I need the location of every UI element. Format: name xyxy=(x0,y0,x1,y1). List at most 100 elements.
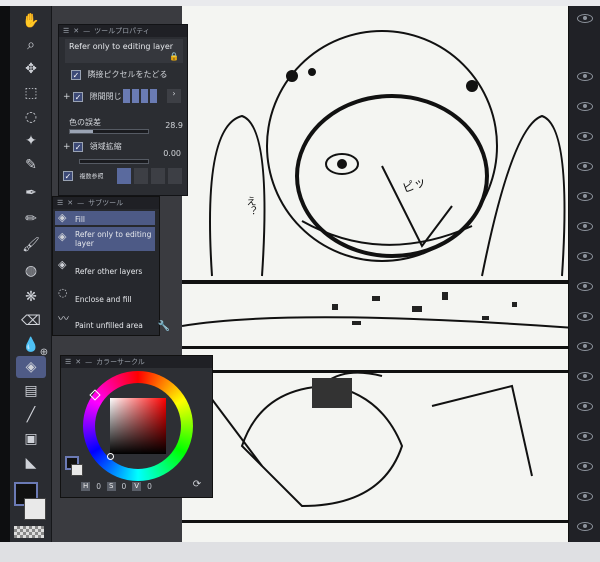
sub-color-chip[interactable] xyxy=(71,464,83,476)
menu-icon[interactable]: ☰ xyxy=(57,199,63,207)
add-icon[interactable]: ⊕ xyxy=(36,346,52,360)
eye-icon[interactable] xyxy=(577,132,593,141)
pencil-icon[interactable]: ✏ xyxy=(16,208,46,230)
color-circle-panel: ☰ ✕ — カラーサークル H0 S0 V0 ⟳ xyxy=(60,355,213,498)
all-layers-icon[interactable] xyxy=(117,168,131,184)
menu-icon[interactable]: ☰ xyxy=(65,358,71,366)
hand-icon[interactable]: ✋ xyxy=(16,10,46,32)
sub-tool-panel: ☰ ✕ — サブツール ◈ Fill ◈ Refer only to editi… xyxy=(52,196,160,336)
brush-icon[interactable]: 🖌 xyxy=(16,234,46,256)
reference-layer-icon[interactable] xyxy=(134,168,148,184)
minimize-icon[interactable]: — xyxy=(83,27,90,35)
tool-property-title: ツールプロパティ xyxy=(94,27,150,35)
adjacent-pixels-checkbox[interactable]: ✓ xyxy=(71,69,81,80)
eye-icon[interactable] xyxy=(577,522,593,531)
selected-layers-icon[interactable] xyxy=(151,168,165,184)
expand-icon[interactable]: + xyxy=(63,142,71,152)
hue-ring[interactable] xyxy=(83,371,193,481)
sub-tool-titlebar[interactable]: ☰ ✕ — サブツール xyxy=(53,197,159,209)
color-margin-row[interactable]: 色の誤差 28.9 xyxy=(63,117,183,134)
eye-icon[interactable] xyxy=(577,14,593,23)
decoration-icon[interactable]: ❋ xyxy=(16,286,46,308)
eye-icon[interactable] xyxy=(577,312,593,321)
brush-fill-icon: 〰 xyxy=(58,312,69,325)
color-margin-slider[interactable] xyxy=(69,129,149,134)
move-icon[interactable]: ✥ xyxy=(16,58,46,80)
lasso-icon[interactable]: ◌ xyxy=(16,106,46,128)
close-icon[interactable]: ✕ xyxy=(73,27,79,35)
eye-icon[interactable] xyxy=(577,252,593,261)
eye-icon[interactable] xyxy=(577,492,593,501)
frame-icon[interactable]: ▣ xyxy=(16,428,46,450)
subtool-paint-unfilled-area[interactable]: 〰 Paint unfilled area xyxy=(55,309,155,333)
adjacent-pixels-row[interactable]: ✓ 隣接ピクセルをたどる xyxy=(63,69,183,80)
pen-icon[interactable]: ✒ xyxy=(16,182,46,204)
minimize-icon[interactable]: — xyxy=(77,199,84,207)
area-scaling-checkbox[interactable]: ✓ xyxy=(73,141,84,152)
reference-mode-value: Refer only to editing layer xyxy=(69,42,174,51)
hue-cursor[interactable] xyxy=(89,389,101,401)
eyedropper-icon[interactable]: ✎ xyxy=(16,154,46,176)
zoom-icon[interactable]: ⌕ xyxy=(16,34,46,56)
close-icon[interactable]: ✕ xyxy=(67,199,73,207)
figure-icon[interactable]: ╱ xyxy=(16,404,46,426)
eye-icon[interactable] xyxy=(577,192,593,201)
sub-color-swatch[interactable] xyxy=(24,498,46,520)
tool-property-panel: ☰ ✕ — ツールプロパティ Refer only to editing lay… xyxy=(58,24,188,196)
subtool-label: Enclose and fill xyxy=(75,295,132,304)
gap-size-selector[interactable] xyxy=(123,89,159,103)
bucket-icon: ◈ xyxy=(58,211,67,224)
reference-mode-dropdown[interactable]: Refer only to editing layer 🔒 xyxy=(65,39,183,63)
menu-icon[interactable]: ☰ xyxy=(63,27,69,35)
airbrush-icon[interactable]: ◍ xyxy=(16,260,46,282)
transparent-color-swatch[interactable] xyxy=(14,526,44,538)
multi-reference-row[interactable]: ✓ 複数参照 xyxy=(63,168,183,184)
subtool-label: Refer other layers xyxy=(75,267,143,276)
subtool-refer-editing-layer[interactable]: ◈ Refer only to editing layer xyxy=(55,227,155,251)
eye-icon[interactable] xyxy=(577,402,593,411)
color-margin-value: 28.9 xyxy=(165,121,183,130)
subtool-refer-other-layers[interactable]: ◈ Refer other layers xyxy=(55,255,155,279)
close-icon[interactable]: ✕ xyxy=(75,358,81,366)
eye-icon[interactable] xyxy=(577,432,593,441)
close-gap-label: 隙間閉じ xyxy=(89,92,122,101)
color-circle-title: カラーサークル xyxy=(96,358,145,366)
saturation-value-square[interactable] xyxy=(110,398,166,454)
switch-color-space-icon[interactable]: ⟳ xyxy=(189,478,205,492)
eye-icon[interactable] xyxy=(577,372,593,381)
lasso-fill-icon: ◌ xyxy=(58,286,68,299)
subtool-fill-group[interactable]: ◈ Fill xyxy=(55,211,155,225)
eye-icon[interactable] xyxy=(577,72,593,81)
eye-icon[interactable] xyxy=(577,282,593,291)
tool-property-titlebar[interactable]: ☰ ✕ — ツールプロパティ xyxy=(59,25,187,37)
eye-icon[interactable] xyxy=(577,102,593,111)
wrench-icon[interactable]: 🔧 xyxy=(156,320,172,334)
lock-icon[interactable]: 🔒 xyxy=(169,52,179,61)
rect-select-icon[interactable]: ⬚ xyxy=(16,82,46,104)
eye-icon[interactable] xyxy=(577,462,593,471)
area-scaling-label: 領域拡縮 xyxy=(89,142,122,151)
expand-icon[interactable]: + xyxy=(63,92,71,102)
close-gap-row[interactable]: + ✓ 隙間閉じ › xyxy=(63,89,183,103)
adjacent-pixels-label: 隣接ピクセルをたどる xyxy=(87,70,168,79)
eraser-icon[interactable]: ⌫ xyxy=(16,310,46,332)
minimize-icon[interactable]: — xyxy=(85,358,92,366)
close-gap-checkbox[interactable]: ✓ xyxy=(73,91,84,102)
multi-reference-checkbox[interactable]: ✓ xyxy=(63,171,73,181)
folder-layers-icon[interactable] xyxy=(168,168,182,184)
eye-icon[interactable] xyxy=(577,162,593,171)
chevron-right-icon[interactable]: › xyxy=(167,89,181,103)
area-scaling-slider[interactable] xyxy=(79,159,149,164)
gradient-icon[interactable]: ▤ xyxy=(16,380,46,402)
manga-page[interactable]: え？ ピッ xyxy=(182,6,600,542)
eye-icon[interactable] xyxy=(577,342,593,351)
ruler-icon[interactable]: ◣ xyxy=(16,452,46,474)
color-circle-titlebar[interactable]: ☰ ✕ — カラーサークル xyxy=(61,356,212,368)
multi-reference-label: 複数参照 xyxy=(79,173,104,181)
subtool-enclose-and-fill[interactable]: ◌ Enclose and fill xyxy=(55,283,155,307)
eye-icon[interactable] xyxy=(577,222,593,231)
hsv-readout: H0 S0 V0 xyxy=(81,482,152,491)
color-cursor[interactable] xyxy=(107,453,114,460)
area-scaling-row[interactable]: + ✓ 領域拡縮 0.00 xyxy=(63,141,183,164)
magic-wand-icon[interactable]: ✦ xyxy=(16,130,46,152)
